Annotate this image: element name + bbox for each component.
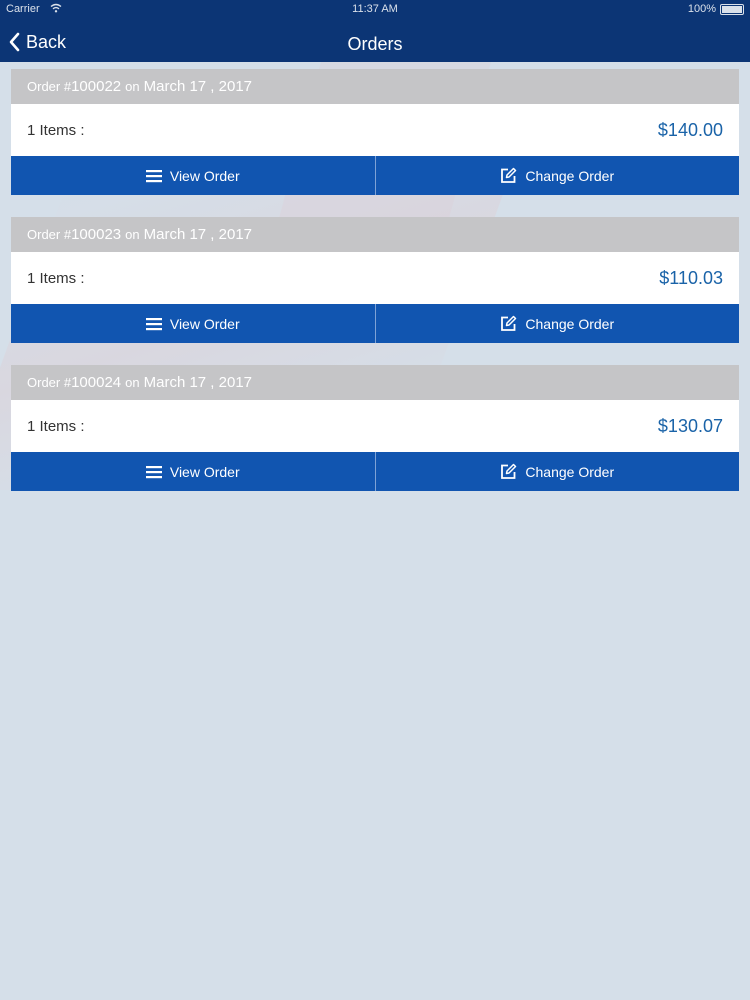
- change-order-label: Change Order: [525, 167, 615, 184]
- order-on-label: on: [125, 375, 140, 390]
- orders-list: Order # 100022 on March 17 , 2017 1 Item…: [11, 69, 739, 513]
- edit-icon: [501, 315, 517, 331]
- battery-icon: [720, 4, 744, 15]
- order-header: Order # 100023 on March 17 , 2017: [11, 217, 739, 252]
- order-summary: 1 Items : $130.07: [11, 400, 739, 452]
- page-title: Orders: [347, 34, 403, 54]
- change-order-label: Change Order: [525, 463, 615, 480]
- order-total: $130.07: [657, 415, 723, 436]
- order-card: Order # 100023 on March 17 , 2017 1 Item…: [11, 217, 739, 343]
- order-number: 100023: [71, 226, 122, 243]
- navigation-bar: Carrier 11:37 AM 100% Back Orders: [0, 0, 750, 62]
- view-order-label: View Order: [169, 167, 240, 184]
- order-header: Order # 100024 on March 17 , 2017: [11, 365, 739, 400]
- order-card: Order # 100024 on March 17 , 2017 1 Item…: [11, 365, 739, 491]
- order-actions: View Order Change Order: [11, 452, 739, 491]
- menu-icon: [145, 465, 162, 478]
- menu-icon: [145, 317, 162, 330]
- items-count: 1 Items :: [27, 417, 85, 435]
- view-order-button[interactable]: View Order: [11, 156, 375, 195]
- order-summary: 1 Items : $140.00: [11, 104, 739, 156]
- change-order-button[interactable]: Change Order: [374, 156, 740, 195]
- menu-icon: [145, 169, 162, 182]
- order-date: March 17 , 2017: [143, 226, 253, 243]
- view-order-label: View Order: [169, 315, 240, 332]
- items-count: 1 Items :: [27, 121, 85, 139]
- view-order-label: View Order: [169, 463, 240, 480]
- order-on-label: on: [125, 227, 140, 242]
- order-total: $140.00: [657, 119, 723, 140]
- edit-icon: [501, 463, 517, 479]
- edit-icon: [501, 167, 517, 183]
- change-order-label: Change Order: [525, 315, 615, 332]
- order-total: $110.03: [659, 267, 723, 288]
- order-prefix: Order #: [27, 227, 72, 242]
- order-date: March 17 , 2017: [143, 78, 253, 95]
- items-count: 1 Items :: [27, 269, 85, 287]
- change-order-button[interactable]: Change Order: [374, 452, 740, 491]
- order-number: 100022: [71, 78, 122, 95]
- battery-percent: 100%: [687, 3, 716, 15]
- order-summary: 1 Items : $110.03: [11, 252, 739, 304]
- order-header: Order # 100022 on March 17 , 2017: [11, 69, 739, 104]
- order-number: 100024: [71, 374, 122, 391]
- clock: 11:37 AM: [352, 3, 398, 15]
- view-order-button[interactable]: View Order: [11, 452, 375, 491]
- order-card: Order # 100022 on March 17 , 2017 1 Item…: [11, 69, 739, 195]
- change-order-button[interactable]: Change Order: [374, 304, 740, 343]
- order-prefix: Order #: [27, 79, 72, 94]
- order-prefix: Order #: [27, 375, 72, 390]
- view-order-button[interactable]: View Order: [11, 304, 375, 343]
- status-bar: Carrier 11:37 AM 100%: [0, 0, 750, 20]
- order-date: March 17 , 2017: [143, 374, 253, 391]
- order-on-label: on: [125, 79, 140, 94]
- order-actions: View Order Change Order: [11, 156, 739, 195]
- order-actions: View Order Change Order: [11, 304, 739, 343]
